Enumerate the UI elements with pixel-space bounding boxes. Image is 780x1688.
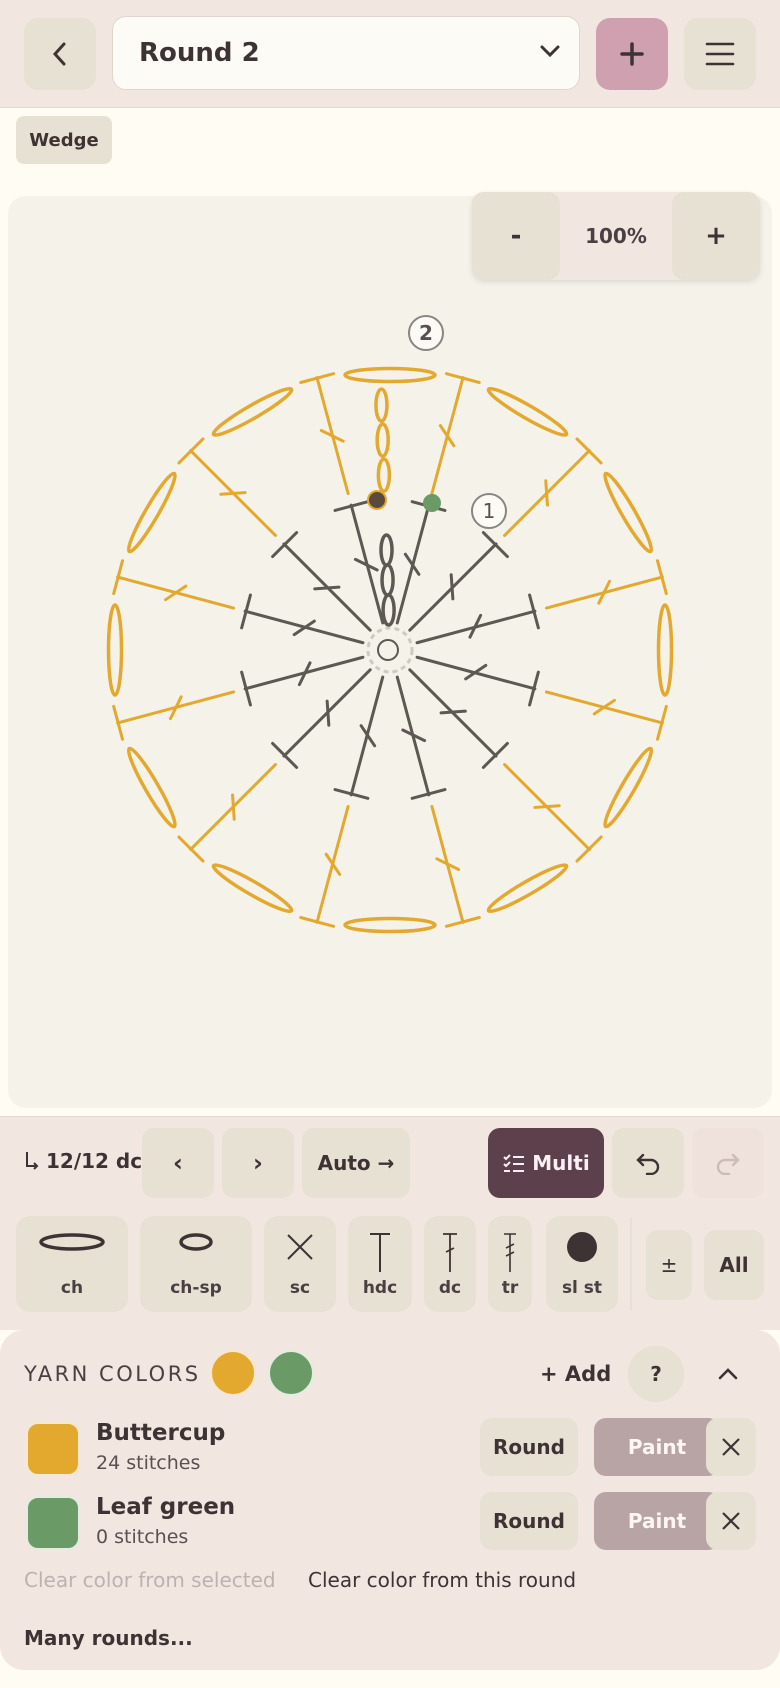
round2-dc-bar [219,491,247,496]
round2-chain [126,471,177,554]
color-swatch[interactable] [26,1422,80,1476]
round2-chain [211,386,294,437]
round2-chain [106,603,124,697]
round2-dc-bar [544,479,549,507]
yarn-dot-buttercup[interactable] [210,1350,256,1396]
collapse-button[interactable] [700,1346,756,1402]
round2-chain [486,863,569,914]
round2-chain [343,366,437,384]
prev-stitch-button[interactable]: ‹ [142,1128,214,1198]
round2-chain [486,386,569,437]
chain-icon [39,1233,105,1251]
redo-button[interactable] [692,1128,764,1198]
round2-start-chain [374,387,389,423]
round2-chain [603,746,654,829]
chevron-up-icon [718,1368,738,1380]
color-name: Buttercup [96,1420,226,1446]
remove-color-button[interactable] [706,1492,756,1550]
arrow-down-right-icon [26,1152,39,1170]
apply-round-button[interactable]: Round [480,1418,578,1476]
remove-color-button[interactable] [706,1418,756,1476]
stitch-ch[interactable]: ch [16,1216,128,1312]
round1-dc-bar [449,573,455,601]
stitch-label: dc [438,1278,462,1298]
magic-ring [366,626,414,674]
round1-dc-bar [313,585,341,591]
round2-dc-bar [231,793,236,821]
multi-label: Multi [532,1151,590,1175]
stitch-sl-st[interactable]: sl st [546,1216,618,1312]
all-button[interactable]: All [704,1230,764,1300]
stitch-sc[interactable]: sc [264,1216,336,1312]
zoom-level: 100% [585,224,647,248]
round1-dc-bar [325,699,331,727]
yarn-dot-leaf-green[interactable] [268,1350,314,1396]
clear-round-link[interactable]: Clear color from this round [308,1568,576,1592]
progress-indicator: 12/12 dc [24,1146,142,1176]
stitch-label: hdc [362,1278,398,1298]
round1-dc-bar [439,709,467,715]
many-rounds-link[interactable]: Many rounds... [24,1626,193,1650]
zoom-out-button[interactable]: - [472,192,560,280]
round2-chain [343,916,437,934]
color-swatch[interactable] [26,1496,80,1550]
start-chain [379,533,394,567]
slip-stitch-icon [567,1232,597,1262]
round2-start-chain [375,422,390,458]
paint-button[interactable]: Paint [594,1492,720,1550]
start-chain [380,563,395,597]
stitch-dc[interactable]: dc [424,1216,476,1312]
stitch-tr[interactable]: tr [488,1216,532,1312]
round-number-label: 1 [483,499,496,523]
stitch-ch-sp[interactable]: ch-sp [140,1216,252,1312]
crochet-chart[interactable]: 21 [0,0,780,1110]
close-icon [722,1512,740,1530]
color-count: 0 stitches [96,1526,189,1548]
undo-icon [636,1153,660,1175]
round2-chain [126,746,177,829]
checklist-icon [503,1154,525,1172]
stitch-hdc[interactable]: hdc [348,1216,412,1312]
double-crochet-icon [443,1233,457,1272]
multi-select-button[interactable]: Multi [488,1128,604,1198]
clear-selected-link[interactable]: Clear color from selected [24,1568,276,1592]
start-chain [381,593,396,627]
chain-space-icon [179,1233,213,1251]
add-yarn-button[interactable]: + Add [540,1362,611,1386]
round2-start-chain [376,457,392,493]
palette-divider [630,1218,632,1310]
color-count: 24 stitches [96,1452,201,1474]
stitch-label: sc [289,1278,311,1298]
help-button[interactable]: ? [628,1346,684,1402]
paint-button[interactable]: Paint [594,1418,720,1476]
zoom-control: - 100% + [472,192,760,280]
undo-button[interactable] [612,1128,684,1198]
stitch-label: tr [501,1278,519,1298]
stitch-label: ch [60,1278,84,1298]
round2-chain [211,863,294,914]
round-number-label: 2 [419,321,433,345]
auto-advance-button[interactable]: Auto → [302,1128,410,1198]
close-icon [722,1438,740,1456]
selected-stitch-marker [423,494,441,512]
progress-text: 12/12 dc [46,1149,143,1173]
ring-center [377,639,399,661]
zoom-in-button[interactable]: + [672,192,760,280]
redo-icon [716,1153,740,1175]
round2-dc-bar [533,804,561,809]
yarn-colors-title: YARN COLORS [24,1362,201,1386]
stitch-label: sl st [561,1278,603,1298]
slip-stitch-marker [367,490,387,510]
round2-chain [656,603,674,697]
treble-crochet-icon [504,1233,516,1272]
single-crochet-icon [287,1234,313,1260]
half-double-crochet-icon [370,1233,390,1272]
apply-round-button[interactable]: Round [480,1492,578,1550]
next-stitch-button[interactable]: › [222,1128,294,1198]
color-name: Leaf green [96,1494,236,1520]
round2-chain [603,471,654,554]
plus-minus-button[interactable]: ± [646,1230,692,1300]
stitch-label: ch-sp [170,1278,222,1298]
